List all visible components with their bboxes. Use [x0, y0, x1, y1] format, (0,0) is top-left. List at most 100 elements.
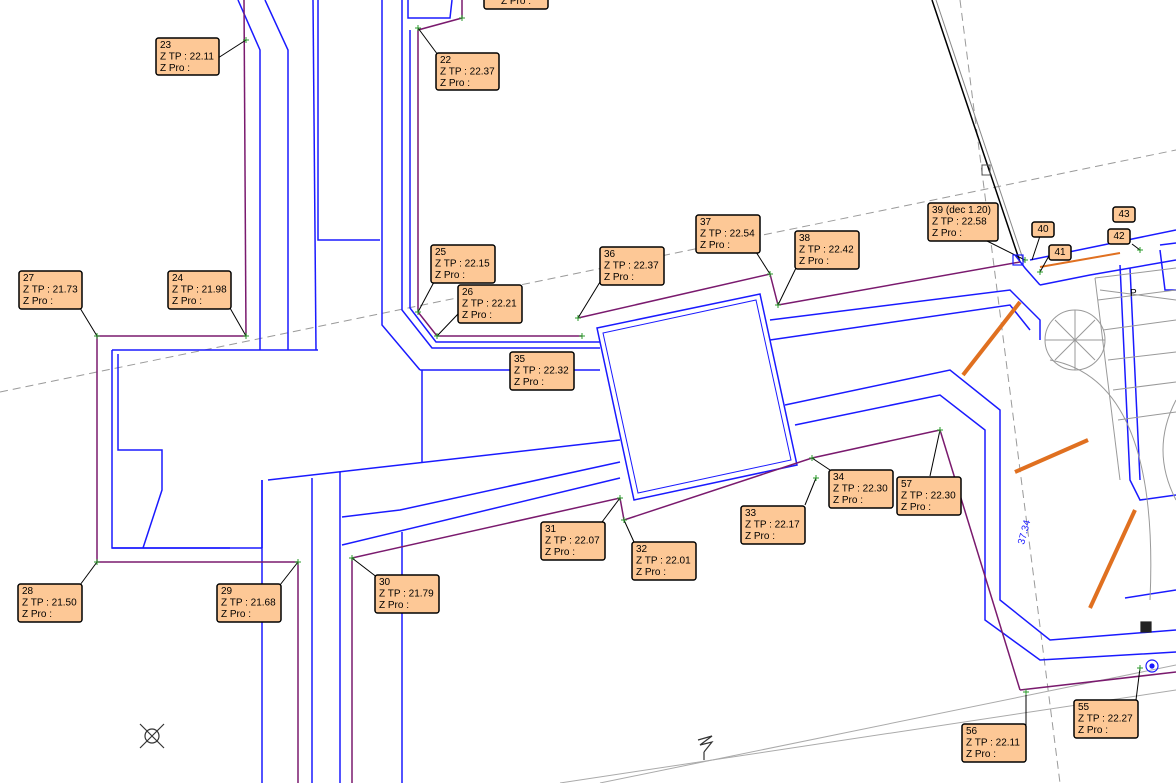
point-label-24: 24Z TP : 21.98Z Pro :: [167, 270, 232, 310]
point-label-55: 55Z TP : 22.27Z Pro :: [1073, 699, 1139, 739]
leader: [1131, 243, 1141, 251]
point-label-25: 25Z TP : 22.15Z Pro :: [430, 244, 496, 284]
point-label-ztp: Z TP : 22.58: [932, 217, 987, 228]
point-label-zpro: Z Pro :: [833, 495, 863, 506]
wall-segment: [312, 0, 317, 351]
survey-point: [767, 271, 773, 277]
point-label-ztp: Z TP : 22.07: [545, 536, 600, 547]
point-label-id: 24: [172, 273, 184, 284]
stair-edge: [1094, 277, 1121, 481]
point-label-ztp: Z TP : 22.17: [745, 520, 800, 531]
survey-point: [243, 333, 249, 339]
survey-point: [575, 315, 581, 321]
survey-point: [1137, 665, 1143, 671]
point-label-zpro: Z Pro :: [435, 270, 465, 281]
point-label-zpro: Z Pro :: [514, 377, 544, 388]
orange-beams: [961, 252, 1137, 609]
survey-point: [94, 333, 100, 339]
wall-segment: [1129, 267, 1141, 481]
stair-line: [1112, 381, 1176, 391]
point-label-39: 39 (dec 1.20)Z TP : 22.58Z Pro :: [927, 202, 999, 242]
path-segment: [96, 336, 298, 563]
wall-segment: [341, 461, 621, 518]
point-label-id: 35: [514, 354, 526, 365]
point-label-id: 25: [435, 247, 447, 258]
stair-line: [1102, 319, 1176, 331]
leader: [351, 557, 379, 579]
tree-sketch-icon: [697, 735, 714, 760]
wall-segment: [794, 394, 1176, 661]
leader: [811, 457, 831, 471]
leader: [79, 307, 98, 337]
point-label-id: 55: [1078, 702, 1090, 713]
point-label-43: 43: [1112, 206, 1136, 223]
wall-segment: [407, 0, 453, 19]
survey-point: [579, 333, 585, 339]
point-label-28: 28Z TP : 21.50Z Pro :: [17, 583, 83, 623]
survey-point: [1037, 269, 1043, 275]
wall-segment: [264, 0, 289, 350]
point-label-id: 41: [1054, 247, 1066, 258]
point-label-33: 33Z TP : 22.17Z Pro :: [740, 505, 806, 545]
point-label-id: 56: [966, 726, 978, 737]
point-label-30: 30Z TP : 21.79Z Pro :: [374, 574, 440, 614]
point-label-id: 34: [833, 472, 845, 483]
leader: [929, 429, 941, 477]
point-label-id: 38: [799, 233, 811, 244]
wall-segment: [1159, 242, 1176, 246]
point-label-36: 36Z TP : 22.37Z Pro :: [599, 246, 665, 286]
point-label-id: 32: [636, 544, 648, 555]
point-label-38: 38Z TP : 22.42Z Pro :: [794, 230, 860, 270]
path-segment: [939, 429, 1021, 691]
drain-icon: [1140, 621, 1152, 633]
point-label-35: 35Z TP : 22.32Z Pro :: [509, 351, 575, 391]
wall-segment: [117, 354, 163, 549]
leader: [623, 519, 635, 543]
survey-station-icon: [139, 723, 165, 749]
path-segment: [243, 0, 247, 337]
point-label-26: 26Z TP : 22.21Z Pro :: [457, 284, 523, 324]
wall-segment: [769, 304, 1031, 341]
point-label-22: 22Z TP : 22.37Z Pro :: [435, 52, 500, 91]
point-label-40: 40: [1031, 221, 1055, 238]
point-label-zpro: Z Pro :: [636, 567, 666, 578]
survey-point: [459, 15, 465, 21]
leader: [577, 281, 601, 319]
point-label-id: 40: [1037, 224, 1049, 235]
point-label-id: 57: [901, 479, 913, 490]
point-label-zpro: Z Pro :: [22, 609, 52, 620]
leader: [436, 313, 459, 337]
point-label-ztp: Z TP : 21.73: [23, 285, 78, 296]
point-label-id: 43: [1118, 209, 1130, 220]
point-label-ztp: Z TP : 21.50: [22, 598, 77, 609]
path-segment: [1019, 671, 1176, 691]
point-label-id: 31: [545, 524, 557, 535]
beam: [961, 300, 1022, 377]
point-label-ztp: Z TP : 22.30: [901, 491, 956, 502]
beam: [1014, 438, 1089, 474]
point-label-ztp: Z TP : 22.54: [700, 229, 755, 240]
point-label-ztp: Z TP : 22.11: [160, 52, 214, 63]
point-label-id: 36: [604, 249, 616, 260]
point-label-57: 57Z TP : 22.30Z Pro :: [896, 476, 962, 516]
point-label-zpro: Z Pro :: [221, 609, 251, 620]
point-label-ztp: Z TP : 22.11: [966, 738, 1020, 749]
point-label-ztp: Z TP : 22.30: [833, 484, 888, 495]
point-label-zpro: Z Pro :: [462, 310, 492, 321]
point-label-zpro: Z Pro :: [799, 256, 829, 267]
point-label-zpro: Z Pro :: [440, 78, 470, 89]
point-label-top: Z Pro :: [483, 0, 549, 10]
point-label-id: 26: [462, 287, 474, 298]
wall-segment: [237, 0, 261, 350]
survey-point: [937, 427, 943, 433]
point-label-ztp: Z TP : 22.37: [604, 261, 659, 272]
point-label-zpro: Z Pro :: [932, 228, 962, 239]
wall-segment: [111, 350, 230, 549]
point-label-zpro: Z Pro :: [966, 749, 996, 760]
leader: [777, 267, 797, 306]
point-label-29: 29Z TP : 21.68Z Pro :: [216, 583, 282, 623]
leader: [279, 561, 299, 586]
point-label-ztp: Z TP : 22.37: [440, 67, 495, 78]
point-label-id: 23: [160, 40, 172, 51]
wall-segment: [317, 0, 380, 241]
